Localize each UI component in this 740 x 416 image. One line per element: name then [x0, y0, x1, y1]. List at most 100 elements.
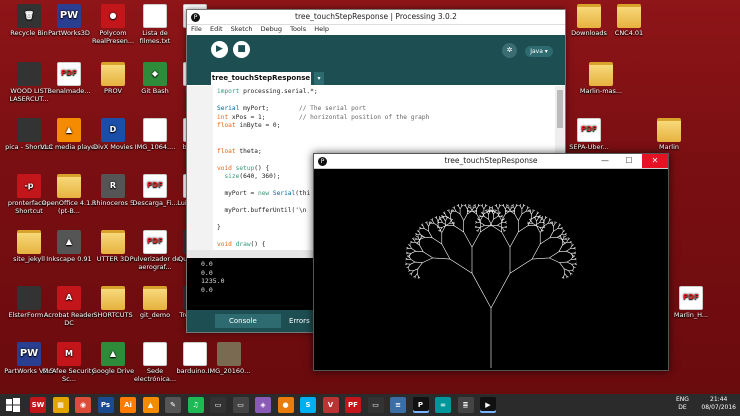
lang-eng: ENG	[676, 396, 689, 403]
pdf-icon: PDF	[679, 286, 703, 310]
red-icon: M	[57, 342, 81, 366]
sketch-window[interactable]: P tree_touchStepResponse — ☐ ✕	[313, 153, 669, 371]
code-line: int xPos = 1; // horizontal position of …	[217, 113, 430, 121]
menu-help[interactable]: Help	[314, 25, 329, 33]
taskbar-app-icon[interactable]: S	[300, 397, 316, 413]
taskbar-app-icon[interactable]: P	[412, 397, 429, 413]
desktop-icon[interactable]: PDF Marlin_H...	[662, 286, 720, 320]
desktop-icon-label: Marlin_H...	[673, 312, 709, 319]
taskbar-app-icon[interactable]: ▭	[367, 397, 384, 413]
desktop-icon-label: Marlin	[659, 144, 679, 151]
desktop-icon[interactable]: PDF SEPA-Über...	[560, 118, 618, 152]
ide-window-title: tree_touchStepResponse | Processing 3.0.…	[295, 12, 457, 21]
code-line: float theta;	[217, 147, 262, 155]
code-line: myPort.bufferUntil('\n	[217, 207, 307, 214]
folder-icon	[101, 230, 125, 254]
taskbar-app-icon[interactable]: ▭	[210, 397, 226, 413]
pdf-icon: PDF	[57, 62, 81, 86]
taskbar: SW ▦ ◉ Ps Ai ▲ ✎ ♫ ▭ ▭ ◈ ● S V PF ▭ ≡ P ∞ ≣ ▶ ENG DE 21:44 0…	[0, 394, 740, 416]
grey-icon: ▲	[57, 230, 81, 254]
tab-sketch[interactable]: tree_touchStepResponse	[211, 72, 311, 85]
taskbar-app-icon[interactable]: ♫	[187, 397, 204, 413]
debugger-icon[interactable]: ✲	[502, 43, 517, 58]
taskbar-app-icon[interactable]: Ai	[120, 397, 136, 413]
app-icon	[17, 62, 41, 86]
mode-selector[interactable]: Java ▾	[525, 46, 553, 57]
menu-edit[interactable]: Edit	[210, 25, 223, 33]
desktop-icon-label: Marlin-mas...	[579, 88, 623, 95]
desktop-icon-label: SEPA-Über...	[569, 144, 609, 151]
app-icon	[17, 286, 41, 310]
folder-icon	[617, 4, 641, 28]
taskbar-app-icon[interactable]: SW	[30, 397, 46, 413]
taskbar-app-icon[interactable]: ✎	[165, 397, 181, 413]
code-line: void draw() {	[217, 241, 266, 248]
doc-icon	[143, 342, 167, 366]
taskbar-app-icon[interactable]: ▦	[52, 397, 69, 413]
folder-icon	[577, 4, 601, 28]
folder-icon	[657, 118, 681, 142]
taskbar-app-icon[interactable]: ◉	[75, 397, 91, 413]
maximize-button[interactable]: ☐	[618, 154, 640, 168]
menu-sketch[interactable]: Sketch	[231, 25, 253, 33]
desktop-icon[interactable]: CNC4.01	[600, 4, 658, 38]
pw-icon: PW	[57, 4, 81, 28]
blue-icon: D	[101, 118, 125, 142]
taskbar-app-icon[interactable]: Ps	[97, 397, 114, 413]
minimize-button[interactable]: —	[594, 154, 616, 168]
taskbar-app-icon[interactable]: ▲	[142, 397, 159, 413]
taskbar-app-icon[interactable]: ∞	[435, 397, 451, 413]
code-line: myPort = new Serial(thi	[217, 190, 311, 197]
folder-icon	[57, 174, 81, 198]
menu-file[interactable]: File	[191, 25, 202, 33]
code-line: float inByte = 0;	[217, 122, 281, 129]
grey-icon: R	[101, 174, 125, 198]
tree-canvas	[405, 204, 577, 368]
console-tab-label: Console	[229, 317, 257, 325]
taskbar-app-icon[interactable]: ≡	[390, 397, 406, 413]
desktop-icon[interactable]: IMG_20160...	[200, 342, 258, 376]
doc-icon	[143, 4, 167, 28]
clock[interactable]: 21:44 08/07/2016	[701, 396, 736, 412]
taskbar-app-icon[interactable]: ◈	[255, 397, 271, 413]
desktop-icon-label: CNC4.01	[614, 30, 644, 37]
taskbar-app-icon[interactable]: ▶	[480, 397, 496, 413]
taskbar-app-icon[interactable]: ≣	[457, 397, 474, 413]
folder-icon	[589, 62, 613, 86]
windows-start-icon[interactable]	[5, 397, 21, 413]
clock-time: 21:44	[710, 396, 728, 403]
taskbar-app-icon[interactable]: ▭	[232, 397, 249, 413]
close-button[interactable]: ✕	[642, 154, 668, 168]
code-line: size(640, 360);	[224, 173, 281, 180]
sketch-titlebar[interactable]: P tree_touchStepResponse — ☐ ✕	[314, 154, 668, 169]
ide-titlebar[interactable]: P tree_touchStepResponse | Processing 3.…	[187, 10, 565, 25]
desktop-icon[interactable]: Marlin	[640, 118, 698, 152]
ide-menubar: File Edit Sketch Debug Tools Help	[187, 25, 565, 35]
code-line: import processing.serial.*;	[217, 88, 318, 95]
pdf-icon: PDF	[143, 174, 167, 198]
code-line: Serial myPort; // The serial port	[217, 105, 367, 112]
stop-button[interactable]: ■	[233, 41, 250, 58]
desktop-icon[interactable]: Marlin-mas...	[572, 62, 630, 96]
editor-gutter	[187, 86, 213, 250]
tree-branches	[405, 204, 577, 368]
code-line: }	[217, 224, 221, 231]
language-indicator[interactable]: ENG DE	[676, 396, 689, 412]
run-button[interactable]: ▶	[211, 41, 228, 58]
taskbar-app-icon[interactable]: PF	[345, 397, 361, 413]
desktop-icon-label: IMG_20160...	[207, 368, 251, 375]
tab-menu-button[interactable]: ▾	[314, 72, 324, 85]
tab-console[interactable]: Console	[215, 314, 281, 328]
console-line: 1235.0	[201, 277, 225, 285]
clock-date: 08/07/2016	[701, 404, 736, 411]
errors-tab-label: Errors	[289, 317, 310, 325]
menu-tools[interactable]: Tools	[290, 25, 306, 33]
folder-icon	[17, 230, 41, 254]
red-icon: ●	[101, 4, 125, 28]
menu-debug[interactable]: Debug	[261, 25, 282, 33]
taskbar-app-icon[interactable]: ●	[277, 397, 294, 413]
lang-de: DE	[678, 404, 687, 411]
ide-toolbar: ▶ ■ ✲ Java ▾	[187, 35, 565, 69]
console-line: 0.0	[201, 260, 213, 268]
taskbar-app-icon[interactable]: V	[322, 397, 339, 413]
